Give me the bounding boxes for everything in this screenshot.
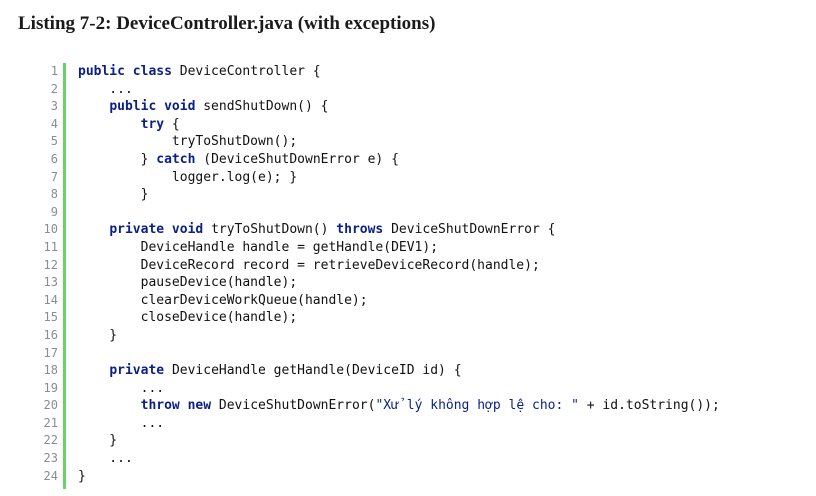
line-number: 18 (43, 363, 58, 378)
line-number: 24 (43, 468, 58, 483)
code-line: ... (78, 415, 720, 433)
code-listing: 1 2 3 4 5 6 7 8 9 10 11 12 13 14 15 16 17 18 19 20 21 22 23 24 … (20, 63, 810, 489)
code-line: } (78, 432, 720, 450)
code-keyword: catch (156, 151, 196, 167)
code-line: logger.log(e); } (78, 169, 720, 187)
line-number: 14 (43, 292, 58, 307)
code-keyword: public class (78, 64, 180, 79)
code-text: } (78, 151, 157, 167)
listing-title: Listing 7-2: DeviceController.java (with… (18, 13, 435, 35)
code-line: private void tryToShutDown() throws Devi… (78, 221, 720, 239)
line-number: 7 (50, 169, 58, 184)
line-number: 16 (43, 327, 58, 342)
gutter-rule (63, 63, 66, 489)
code-text: DeviceRecord record = retrieveDeviceReco… (78, 257, 540, 273)
code-line: } (78, 468, 720, 486)
code-text: DeviceShutDownError { (383, 222, 556, 238)
code-line: } catch (DeviceShutDownError e) { (78, 151, 720, 169)
line-number: 5 (50, 134, 58, 149)
code-line: ... (78, 380, 720, 398)
code-line: DeviceHandle handle = getHandle(DEV1); (78, 239, 720, 257)
code-text: clearDeviceWorkQueue(handle); (78, 292, 368, 308)
code-keyword: private (109, 363, 172, 379)
line-number: 6 (50, 151, 58, 166)
line-number: 1 (50, 64, 58, 78)
code-keyword: public void (109, 99, 204, 115)
code-line: ​ (78, 345, 720, 363)
code-line: clearDeviceWorkQueue(handle); (78, 292, 720, 310)
code-line: throw new DeviceShutDownError("Xử lý khô… (78, 397, 720, 415)
line-number: 8 (50, 187, 58, 202)
code-keyword: throws (336, 222, 384, 238)
code-line: } (78, 186, 720, 204)
code-string: "Xử lý không hợp lệ cho: " (375, 398, 579, 414)
line-number: 3 (50, 99, 58, 114)
code-text: } (78, 433, 118, 449)
code-text: DeviceHandle handle = getHandle(DEV1); (78, 239, 439, 255)
code-line: DeviceRecord record = retrieveDeviceReco… (78, 257, 720, 275)
code-line: private DeviceHandle getHandle(DeviceID … (78, 362, 720, 380)
code-text: tryToShutDown(); (78, 134, 298, 150)
code-line: pauseDevice(handle); (78, 274, 720, 292)
code-text: (DeviceShutDownError e) { (195, 151, 399, 167)
code-line: tryToShutDown(); (78, 133, 720, 151)
code-text: ... (78, 81, 133, 97)
code-text: ... (78, 380, 165, 396)
code-line: public void sendShutDown() { (78, 98, 720, 116)
line-number: 9 (50, 204, 58, 219)
code-line: closeDevice(handle); (78, 309, 720, 327)
line-number: 12 (43, 257, 58, 272)
code-text: closeDevice(handle); (78, 310, 298, 326)
line-number: 15 (43, 310, 58, 325)
code-text: pauseDevice(handle); (78, 275, 298, 291)
code-text: } (78, 187, 149, 203)
line-number: 10 (43, 222, 58, 237)
code-text: } (78, 327, 118, 343)
code-line: ... (78, 450, 720, 468)
line-number: 11 (43, 239, 58, 254)
line-number: 22 (43, 433, 58, 448)
code-text: DeviceShutDownError( (218, 398, 376, 414)
code-text: tryToShutDown() (211, 222, 337, 238)
code-text: ... (78, 451, 133, 467)
line-number: 23 (43, 451, 58, 466)
code-text: DeviceHandle getHandle(DeviceID id) { (171, 363, 462, 379)
line-number: 20 (43, 398, 58, 413)
listing-separator: : (105, 13, 117, 34)
code-text: sendShutDown() { (203, 99, 329, 115)
code-line: public class DeviceController { (78, 63, 720, 81)
line-number: 17 (43, 345, 58, 360)
line-number-gutter: 1 2 3 4 5 6 7 8 9 10 11 12 13 14 15 16 17 18 19 20 21 22 23 24 (20, 63, 58, 485)
code-line: try { (78, 116, 720, 134)
listing-label: Listing 7-2 (18, 13, 106, 34)
code-keyword: try (140, 116, 165, 132)
line-number: 21 (43, 415, 58, 430)
code-line: } (78, 327, 720, 345)
code-text: logger.log(e); } (78, 169, 298, 185)
code-body: public class DeviceController { ... publ… (78, 63, 720, 485)
listing-filename: DeviceController.java (with exceptions) (116, 13, 436, 34)
code-text: } (78, 468, 86, 484)
code-keyword: private void (109, 222, 212, 238)
code-text: + id.toString()); (578, 398, 720, 414)
line-number: 2 (50, 81, 58, 96)
code-text: ... (78, 415, 165, 431)
code-text: DeviceController { (179, 64, 321, 79)
code-text: { (164, 116, 180, 132)
line-number: 19 (43, 380, 58, 395)
code-line: ... (78, 81, 720, 99)
code-line: ​ (78, 204, 720, 222)
line-number: 4 (50, 116, 58, 131)
code-keyword: throw new (140, 398, 219, 414)
line-number: 13 (43, 275, 58, 290)
